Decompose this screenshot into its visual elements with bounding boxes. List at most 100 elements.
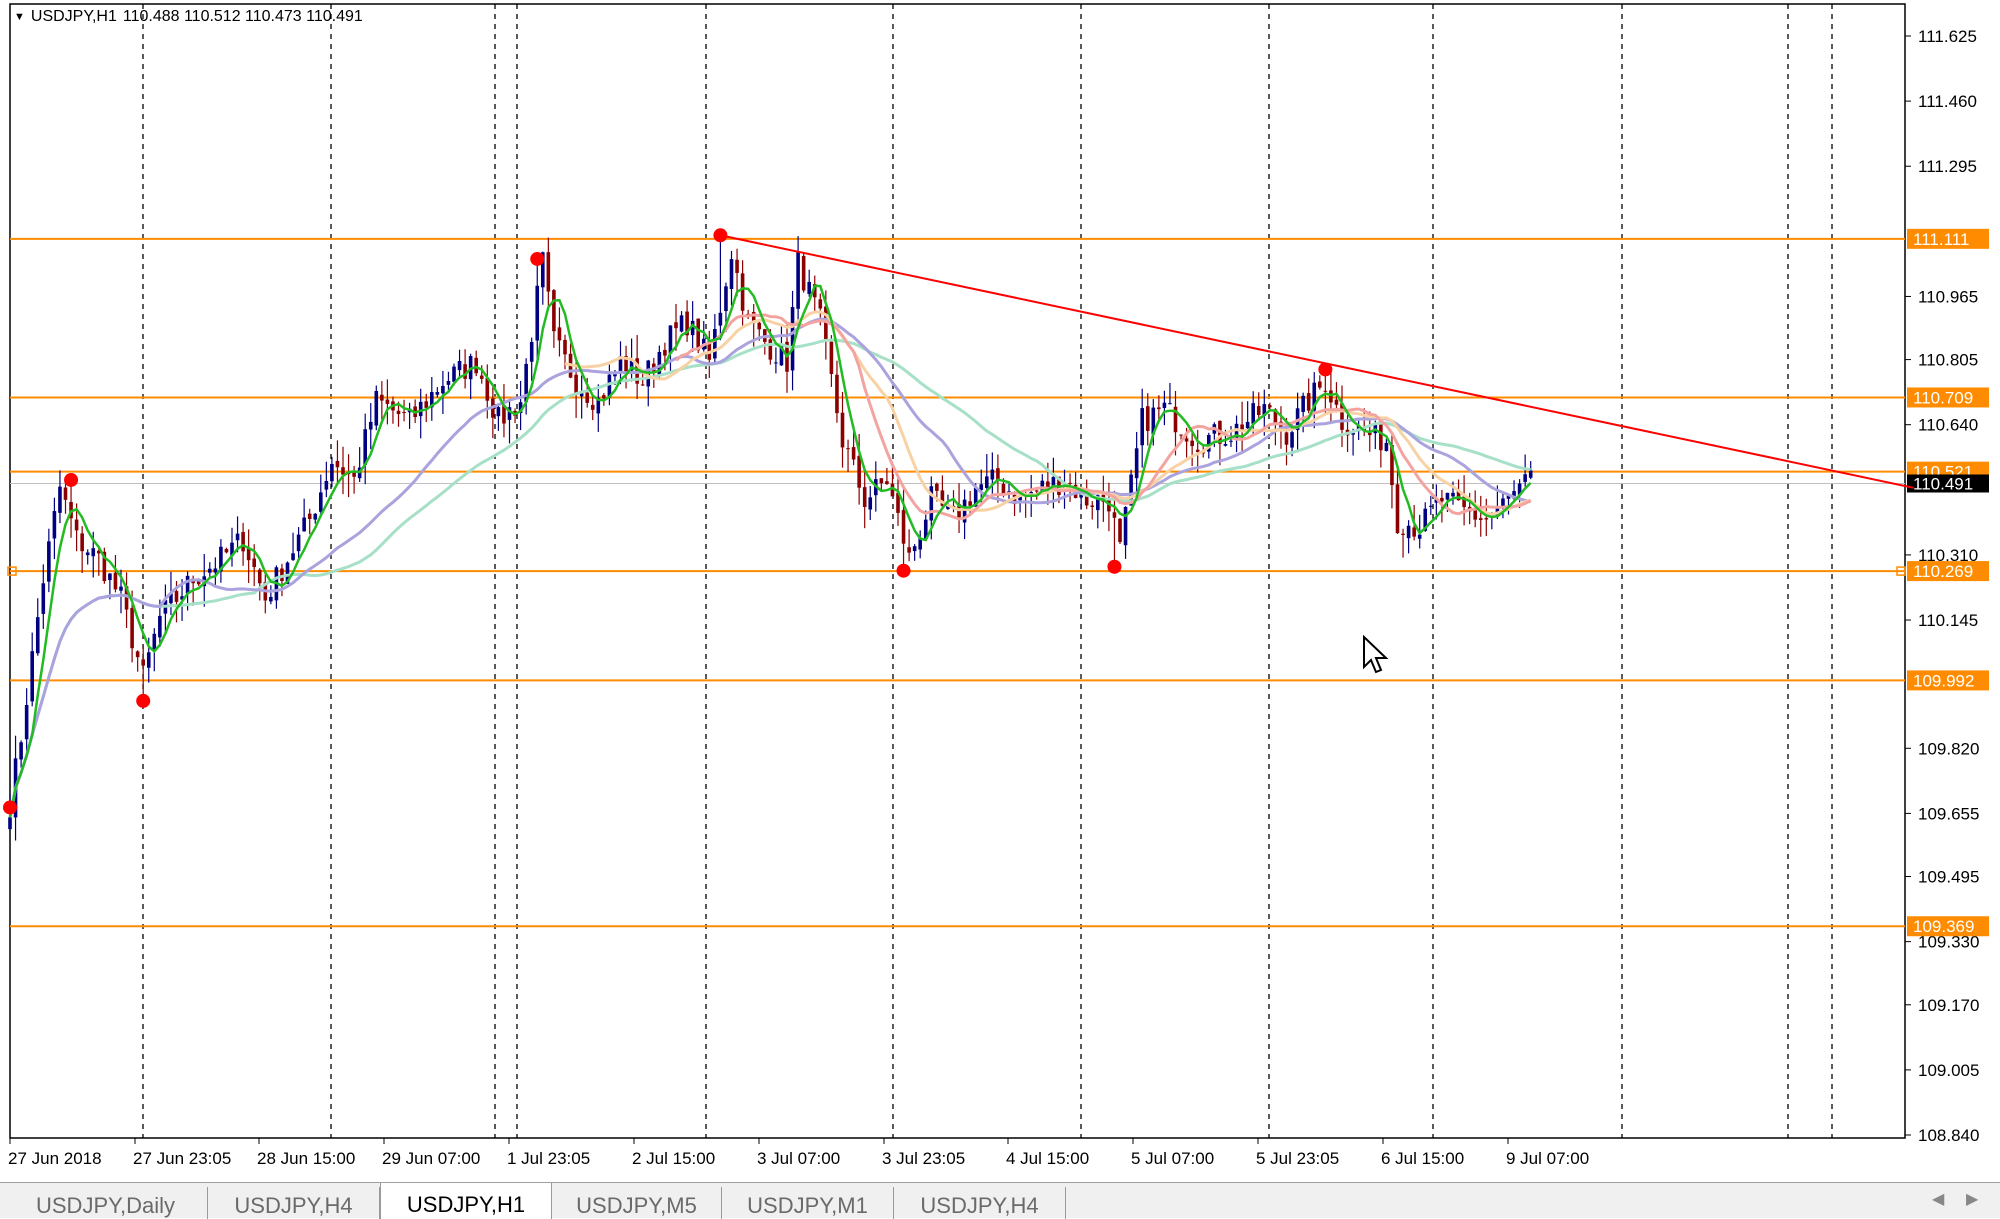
y-tick-label: 110.145 [1918, 611, 1978, 630]
pivot-high-marker [64, 472, 79, 487]
tab-usdjpy-h1[interactable]: USDJPY,H1 [380, 1183, 552, 1219]
tab-usdjpy-m5[interactable]: USDJPY,M5 [552, 1187, 722, 1219]
candle-body [252, 558, 256, 568]
candle-body [1190, 440, 1194, 447]
candle-body [740, 273, 745, 311]
tab-usdjpy-daily[interactable]: USDJPY,Daily [4, 1187, 208, 1219]
x-tick-label: 5 Jul 07:00 [1131, 1149, 1214, 1168]
candle-body [885, 481, 889, 485]
candle-body [208, 568, 212, 573]
candle-body [418, 401, 423, 417]
candle-body [352, 472, 356, 477]
candle-body [529, 341, 534, 362]
candle-body [307, 513, 312, 519]
level-price-label: 111.111 [1913, 230, 1969, 249]
candle-body [24, 704, 29, 740]
candle-body [1528, 470, 1533, 478]
candle-body [1284, 432, 1289, 445]
candle-body [35, 617, 40, 654]
symbol-header: ▼ USDJPY,H1 110.488 110.512 110.473 110.… [14, 8, 363, 26]
tab-scroll-right-icon[interactable]: ▶ [1966, 1189, 1978, 1209]
candle-body [396, 410, 401, 415]
candle-body [368, 421, 373, 430]
candle-body [851, 447, 856, 460]
candle-body [85, 552, 90, 556]
candle-body [1112, 512, 1117, 518]
candle-body [1090, 505, 1095, 507]
candle-body [435, 391, 440, 395]
x-tick-label: 27 Jun 23:05 [133, 1149, 231, 1168]
candle-body [1256, 406, 1261, 415]
candle-body [679, 315, 684, 332]
candle-body [374, 390, 379, 426]
candle-body [74, 519, 79, 531]
y-tick-label: 109.655 [1918, 804, 1979, 823]
x-tick-label: 29 Jun 07:00 [382, 1149, 480, 1168]
tab-usdjpy-h4-2[interactable]: USDJPY,H4 [894, 1187, 1066, 1219]
pivot-low-marker [3, 800, 17, 815]
candle-body [546, 252, 551, 292]
candle-body [135, 651, 140, 658]
candle-body [1429, 505, 1433, 507]
candle-body [474, 357, 478, 374]
candle-body [1523, 474, 1527, 482]
candle-body [602, 395, 606, 399]
collapse-triangle-icon[interactable]: ▼ [14, 11, 25, 23]
candle-body [385, 399, 390, 404]
chart-area[interactable]: 27 Jun 2018 27 Jun 23:05 28 Jun 15:00 29 Ju… [0, 0, 2000, 1182]
tab-usdjpy-h4[interactable]: USDJPY,H4 [208, 1187, 380, 1219]
tab-usdjpy-m1[interactable]: USDJPY,M1 [722, 1187, 894, 1219]
x-tick-label: 28 Jun 15:00 [257, 1149, 355, 1168]
candle-body [857, 455, 861, 488]
candle-body [185, 575, 190, 594]
candle-body [846, 448, 850, 450]
x-tick-label: 2 Jul 15:00 [632, 1149, 715, 1168]
candle-body [235, 533, 240, 541]
candle-body [1179, 434, 1183, 436]
candle-body [8, 817, 12, 830]
candle-body [790, 307, 795, 371]
candle-body [108, 573, 112, 581]
x-tick-label: 27 Jun 2018 [8, 1149, 102, 1168]
candle-body [735, 259, 739, 273]
candle-body [1417, 534, 1422, 539]
candle-body [380, 394, 384, 401]
candle-body [1251, 403, 1255, 424]
candle-body [119, 586, 123, 591]
candle-body [1229, 440, 1233, 442]
candle-body [257, 569, 262, 584]
candle-body [912, 546, 917, 552]
candle-body [1334, 399, 1339, 405]
x-tick-label: 1 Jul 23:05 [507, 1149, 590, 1168]
candle-body [729, 259, 734, 290]
candle-body [1134, 448, 1139, 479]
mouse-cursor-icon [1363, 635, 1389, 674]
candle-body [241, 532, 245, 552]
candle-body [158, 615, 162, 638]
x-tick-label: 3 Jul 23:05 [882, 1149, 965, 1168]
candle-body [146, 652, 151, 668]
candle-body [446, 380, 451, 385]
candle-body [441, 385, 445, 394]
tab-scroll-left-icon[interactable]: ◀ [1932, 1189, 1944, 1209]
candle-body [668, 325, 673, 354]
candle-body [213, 568, 218, 573]
candle-body [330, 463, 334, 482]
candle-body [907, 547, 911, 553]
candle-body [807, 281, 811, 294]
level-price-label: 109.992 [1913, 671, 1974, 690]
candle-body [302, 517, 306, 532]
candle-body [1445, 492, 1450, 500]
symbol-name: USDJPY,H1 [30, 8, 117, 25]
price-chart[interactable]: 27 Jun 2018 27 Jun 23:05 28 Jun 15:00 29 Ju… [0, 0, 2000, 1182]
candle-body [796, 252, 800, 309]
candle-body [713, 328, 717, 359]
candle-body [557, 327, 562, 341]
candle-body [774, 362, 778, 364]
candle-body [319, 492, 323, 512]
candle-body [1184, 438, 1189, 442]
y-tick-label: 111.460 [1918, 92, 1977, 111]
candle-body [424, 401, 429, 408]
candle-body [324, 480, 329, 490]
candle-body [840, 412, 845, 448]
